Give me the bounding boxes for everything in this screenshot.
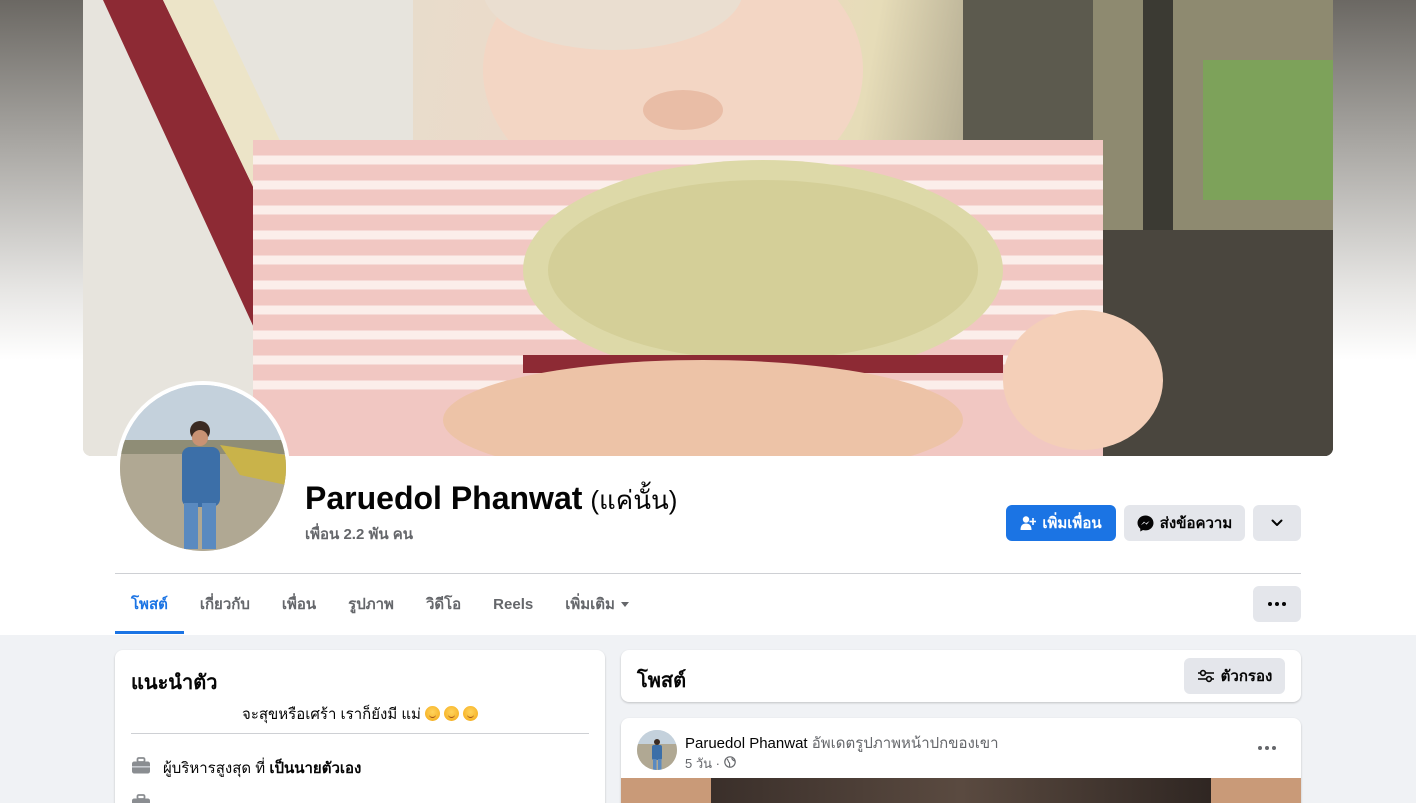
- tab-label: เกี่ยวกับ: [199, 596, 250, 613]
- messenger-icon: [1137, 515, 1154, 532]
- profile-alternate-name: (แค่นั้น): [590, 485, 678, 515]
- intro-divider: [131, 733, 589, 734]
- tab-reels[interactable]: Reels: [477, 574, 549, 634]
- intro-work-item: ผู้บริหารสูงสุด ที่ เป็นนายตัวเอง: [131, 756, 361, 780]
- profile-name-row: Paruedol Phanwat (แค่นั้น): [305, 480, 677, 521]
- more-dots-icon: [1258, 746, 1276, 750]
- tab-about[interactable]: เกี่ยวกับ: [184, 574, 266, 634]
- tab-label: Reels: [493, 595, 534, 613]
- more-dots-icon: [1268, 602, 1286, 606]
- posts-header-card: โพสต์ ตัวกรอง: [621, 650, 1301, 702]
- message-button[interactable]: ส่งข้อความ: [1124, 505, 1245, 541]
- posts-title: โพสต์: [637, 670, 687, 692]
- profile-avatar[interactable]: [116, 381, 290, 555]
- tab-videos[interactable]: วิดีโอ: [410, 574, 477, 634]
- post-image[interactable]: [621, 778, 1301, 803]
- work-place[interactable]: เป็นนายตัวเอง: [269, 760, 361, 777]
- profile-picture: [120, 385, 286, 551]
- post-options-button[interactable]: [1247, 734, 1287, 762]
- tabs-more-button[interactable]: [1253, 586, 1301, 622]
- post-card: Paruedol Phanwat อัพเดตรูปภาพหน้าปกของเข…: [621, 718, 1301, 803]
- tab-label: วิดีโอ: [425, 596, 462, 613]
- filter-button[interactable]: ตัวกรอง: [1184, 658, 1285, 694]
- post-author-avatar[interactable]: [637, 730, 677, 770]
- tab-photos[interactable]: รูปภาพ: [332, 574, 410, 634]
- post-author-line: Paruedol Phanwat อัพเดตรูปภาพหน้าปกของเข…: [685, 731, 999, 755]
- profile-tabs: โพสต์ เกี่ยวกับ เพื่อน รูปภาพ วิดีโอ Ree…: [115, 574, 645, 634]
- intro-card: แนะนำตัว จะสุขหรือเศร้า เราก็ยังมี แม่ ผ…: [115, 650, 605, 803]
- person-plus-icon: [1020, 515, 1037, 531]
- tab-friends[interactable]: เพื่อน: [266, 574, 332, 634]
- filter-sliders-icon: [1197, 669, 1215, 683]
- globe-icon: [724, 756, 736, 771]
- friends-count[interactable]: เพื่อน 2.2 พัน คน: [305, 522, 413, 546]
- intro-bio: จะสุขหรือเศร้า เราก็ยังมี แม่: [115, 702, 605, 726]
- tab-more[interactable]: เพิ่มเติม: [549, 574, 645, 634]
- work-prefix: ผู้บริหารสูงสุด ที่: [163, 760, 266, 777]
- profile-name: Paruedol Phanwat: [305, 480, 583, 516]
- intro-bio-text: จะสุขหรือเศร้า เราก็ยังมี แม่: [242, 706, 421, 723]
- tab-label: เพื่อน: [281, 596, 317, 613]
- post-author-name[interactable]: Paruedol Phanwat: [685, 735, 808, 752]
- caret-down-icon: [620, 601, 629, 607]
- post-photo: [711, 778, 1211, 803]
- briefcase-icon: [131, 794, 151, 803]
- smiling-emoji-icon: [462, 706, 478, 721]
- post-meta: 5 วัน ·: [685, 753, 736, 774]
- post-time[interactable]: 5 วัน ·: [685, 753, 720, 774]
- filter-label: ตัวกรอง: [1220, 668, 1273, 685]
- add-friend-button[interactable]: เพิ่มเพื่อน: [1006, 505, 1116, 541]
- briefcase-icon: [131, 757, 151, 779]
- tab-label: รูปภาพ: [348, 596, 394, 613]
- tab-label: โพสต์: [131, 596, 168, 613]
- smiling-emoji-icon: [443, 706, 459, 721]
- post-action-text: อัพเดตรูปภาพหน้าปกของเขา: [811, 735, 999, 752]
- intro-title: แนะนำตัว: [131, 672, 218, 694]
- tab-label: เพิ่มเติม: [565, 596, 615, 613]
- add-friend-label: เพิ่มเพื่อน: [1042, 515, 1102, 532]
- chevron-down-icon: [1270, 516, 1284, 530]
- profile-options-dropdown[interactable]: [1253, 505, 1301, 541]
- intro-item-cut: [131, 794, 151, 803]
- message-label: ส่งข้อความ: [1159, 515, 1233, 532]
- tab-posts[interactable]: โพสต์: [115, 574, 184, 634]
- smiling-emoji-icon: [424, 706, 440, 721]
